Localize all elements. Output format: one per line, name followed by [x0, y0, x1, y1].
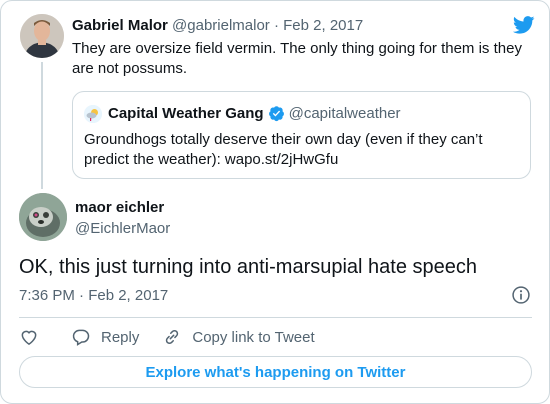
main-author-handle[interactable]: @EichlerMaor: [75, 220, 170, 237]
quoted-tweet-text: Groundhogs totally deserve their own day…: [84, 131, 483, 168]
tweet-embed-card: Gabriel Malor @gabrielmalor · Feb 2, 201…: [0, 0, 550, 404]
reply-button[interactable]: Reply: [71, 327, 139, 347]
capital-weather-gang-avatar: [84, 105, 102, 123]
main-tweet-text: OK, this just turning into anti-marsupia…: [19, 256, 478, 278]
parent-author-name[interactable]: Gabriel Malor: [72, 17, 168, 34]
parent-tweet-text: They are oversize field vermin. The only…: [72, 40, 522, 77]
parent-tweet-header: Gabriel Malor @gabrielmalor · Feb 2, 201…: [72, 17, 363, 34]
copy-link-label: Copy link to Tweet: [192, 328, 315, 346]
quoted-author-name: Capital Weather Gang: [108, 105, 264, 122]
gabriel-malor-avatar[interactable]: [20, 14, 64, 58]
verified-badge-icon: [268, 106, 284, 122]
quoted-author-handle: @capitalweather: [288, 105, 401, 122]
copy-link-button[interactable]: Copy link to Tweet: [162, 327, 315, 347]
maor-eichler-avatar[interactable]: [19, 193, 67, 241]
thread-line: [41, 62, 43, 189]
quoted-tweet[interactable]: Capital Weather Gang @capitalweather Gro…: [72, 91, 531, 179]
info-icon[interactable]: [511, 285, 531, 305]
action-divider: [19, 317, 532, 318]
main-tweet-timestamp[interactable]: 7:36 PM · Feb 2, 2017: [19, 287, 168, 304]
explore-twitter-button[interactable]: Explore what's happening on Twitter: [19, 356, 532, 388]
tweet-actions: Reply Copy link to Tweet: [19, 324, 315, 350]
twitter-bird-icon[interactable]: [513, 16, 535, 34]
like-button[interactable]: [19, 327, 39, 347]
heart-icon: [21, 330, 37, 345]
link-icon: [166, 329, 179, 345]
reply-label: Reply: [101, 328, 140, 346]
parent-tweet-meta[interactable]: @gabrielmalor · Feb 2, 2017: [172, 17, 363, 34]
main-author-name[interactable]: maor eichler: [75, 199, 164, 216]
quoted-tweet-header: Capital Weather Gang @capitalweather: [108, 105, 401, 122]
reply-bubble-icon: [72, 329, 90, 346]
